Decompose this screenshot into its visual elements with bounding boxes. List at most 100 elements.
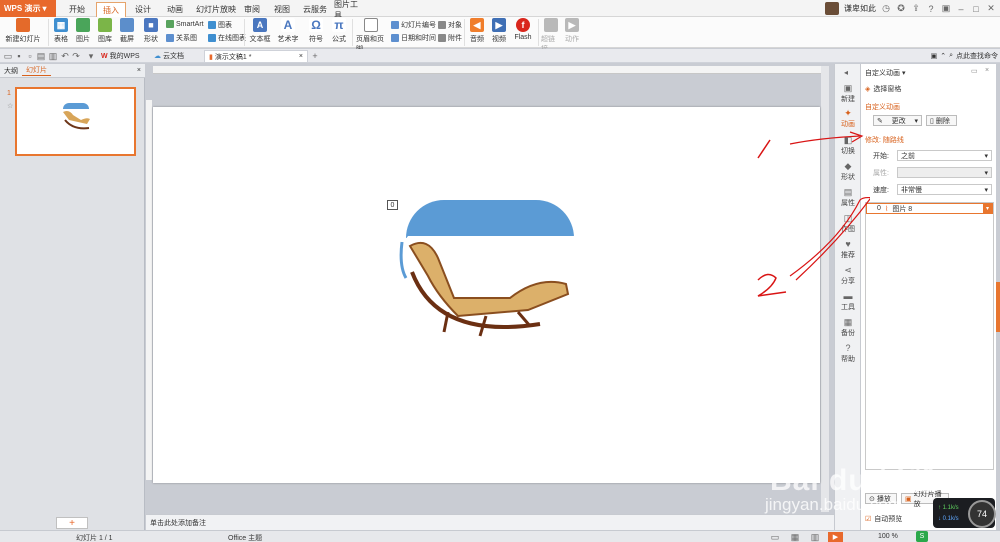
undo-icon[interactable]: ↶ <box>60 51 70 61</box>
rocking-chair-image[interactable] <box>398 236 576 340</box>
property-select[interactable]: ▾ <box>897 167 992 178</box>
wordart-button[interactable]: A 艺术字 <box>276 18 300 44</box>
divider <box>464 19 465 46</box>
skin-icon[interactable]: ✪ <box>896 3 906 14</box>
slide-number-button[interactable]: 幻灯片编号 <box>391 20 436 30</box>
animation-order-marker[interactable]: 0 <box>387 200 398 210</box>
pane-title[interactable]: 自定义动画 ▾ <box>865 68 905 78</box>
start-select[interactable]: 之前 ▾ <box>897 150 992 161</box>
tab-outline[interactable]: 大纲 <box>0 66 22 76</box>
table-button[interactable]: ▦ 表格 <box>52 18 70 44</box>
chart-button[interactable]: 图表 <box>208 20 232 30</box>
notes-area[interactable]: 单击此处添加备注 <box>146 514 834 530</box>
select-pane-link[interactable]: ◈ 选择窗格 <box>865 84 901 94</box>
sorter-view-icon[interactable]: ▦ <box>790 532 800 542</box>
wps-logo-icon: W <box>101 52 108 60</box>
preview-icon[interactable]: ▥ <box>48 51 58 61</box>
chevron-down-icon[interactable]: ▾ <box>86 51 96 61</box>
export-icon[interactable]: ▫ <box>25 51 35 61</box>
picture-button[interactable]: 图片 <box>74 18 92 44</box>
print-icon[interactable]: ▤ <box>36 51 46 61</box>
tab-picture-tools[interactable]: 图片工具 <box>334 0 364 20</box>
audio-button[interactable]: ◀ 音频 <box>468 18 486 44</box>
change-label: 更改 <box>891 117 906 125</box>
redo-icon[interactable]: ↷ <box>71 51 81 61</box>
tab-slides[interactable]: 幻灯片 <box>22 65 51 76</box>
tab-cloud[interactable]: 云服务 <box>300 2 330 17</box>
collapse-icon[interactable]: ◂ <box>844 68 848 77</box>
video-icon: ▶ <box>492 18 506 32</box>
strip-backup[interactable]: ▦ 备份 <box>835 318 861 338</box>
user-name[interactable]: 谦卑如此 <box>844 3 876 14</box>
tab-view[interactable]: 视图 <box>270 2 294 17</box>
animation-item[interactable]: 0 ⌇ 图片 8 ▾ <box>866 203 993 214</box>
hyperlink-icon <box>544 18 558 32</box>
reading-view-icon[interactable]: ▥ <box>810 532 820 542</box>
cloud-icon: ☁ <box>154 53 161 60</box>
doc-tab-mywps[interactable]: W 我的WPS <box>97 50 144 62</box>
zoom-level[interactable]: 100 % <box>878 533 898 540</box>
doc-tab-cloud[interactable]: ☁ 云文档 <box>150 50 188 62</box>
symbol-button[interactable]: Ω 符号 <box>306 18 326 44</box>
date-time-button[interactable]: 日期和时间 <box>391 33 436 43</box>
new-tab-icon[interactable]: + <box>310 51 320 61</box>
help-icon[interactable]: ? <box>926 4 936 14</box>
share-icon[interactable]: ⇪ <box>911 3 921 14</box>
strip-new[interactable]: ▣ 新建 <box>835 84 861 104</box>
pin-icon[interactable]: ▣ <box>931 52 938 60</box>
input-method-icon[interactable]: S <box>916 531 928 542</box>
minimize-icon[interactable]: – <box>956 4 966 14</box>
video-button[interactable]: ▶ 视频 <box>490 18 508 44</box>
close-tab-icon[interactable]: × <box>299 53 303 60</box>
avatar[interactable] <box>825 2 839 15</box>
maximize-icon[interactable]: □ <box>971 4 981 14</box>
open-icon[interactable]: ▭ <box>3 51 13 61</box>
gallery-button[interactable]: 图库 <box>96 18 114 44</box>
tab-review[interactable]: 审阅 <box>240 2 264 17</box>
strip-help[interactable]: ? 帮助 <box>835 344 861 364</box>
chevron-down-icon[interactable]: ▾ <box>983 204 992 213</box>
add-slide-button[interactable]: + <box>56 517 88 529</box>
pane-resize-handle[interactable] <box>996 282 1000 332</box>
close-icon[interactable]: ✕ <box>986 3 996 14</box>
attachment-button[interactable]: 附件 <box>438 33 462 43</box>
speed-select[interactable]: 非常慢 ▾ <box>897 184 992 195</box>
save-icon[interactable]: ▪ <box>14 51 24 61</box>
online-chart-button[interactable]: 在线图表 <box>208 33 246 43</box>
tab-slideshow[interactable]: 幻灯片放映 <box>196 2 236 17</box>
shape-button[interactable]: ■ 形状 <box>142 18 160 44</box>
doc-tab-presentation[interactable]: ▮ 演示文稿1 * × <box>204 50 308 62</box>
app-menu-button[interactable]: WPS 演示 ▾ <box>0 0 56 17</box>
normal-view-icon[interactable]: ▭ <box>770 532 780 542</box>
tab-animation[interactable]: 动画 <box>162 2 188 17</box>
paperclip-icon <box>438 34 446 42</box>
pin-icon[interactable]: ▭ <box>971 67 978 75</box>
delete-label: 删除 <box>935 117 950 125</box>
collapse-icon[interactable]: ⌃ <box>940 52 946 60</box>
restore-icon[interactable]: ▣ <box>941 3 951 14</box>
action-button[interactable]: ▶ 动作 <box>564 18 580 44</box>
tab-design[interactable]: 设计 <box>130 2 156 17</box>
textbox-button[interactable]: A 文本框 <box>248 18 272 44</box>
command-search[interactable]: ▣ ⌃ ⌕ 点此查找命令 <box>931 50 998 61</box>
flash-button[interactable]: f Flash <box>512 18 534 41</box>
delete-button[interactable]: ▯ 删除 <box>926 115 957 126</box>
autopreview-checkbox[interactable]: ☑ 自动预览 <box>865 514 902 524</box>
change-button[interactable]: ✎ 更改 ▾ <box>873 115 922 126</box>
formula-button[interactable]: π 公式 <box>330 18 348 44</box>
slide-thumbnail[interactable] <box>15 87 136 156</box>
close-icon[interactable]: × <box>133 67 145 74</box>
online-chart-icon <box>208 34 216 42</box>
new-slide-button[interactable]: 新建幻灯片 <box>4 18 42 44</box>
screenshot-button[interactable]: 截屏 <box>118 18 136 44</box>
tab-insert[interactable]: 插入 <box>96 2 126 17</box>
clock-icon[interactable]: ◷ <box>881 3 891 14</box>
smartart-button[interactable]: SmartArt <box>166 20 204 28</box>
play-slideshow-icon[interactable]: ▶ <box>828 532 843 542</box>
object-button[interactable]: 对象 <box>438 20 462 30</box>
tab-home[interactable]: 开始 <box>62 2 92 17</box>
usage-percent-badge[interactable]: 74 <box>968 500 996 528</box>
half-circle-shape[interactable] <box>406 200 574 238</box>
relation-button[interactable]: 关系图 <box>166 33 197 43</box>
close-icon[interactable]: × <box>985 67 989 74</box>
